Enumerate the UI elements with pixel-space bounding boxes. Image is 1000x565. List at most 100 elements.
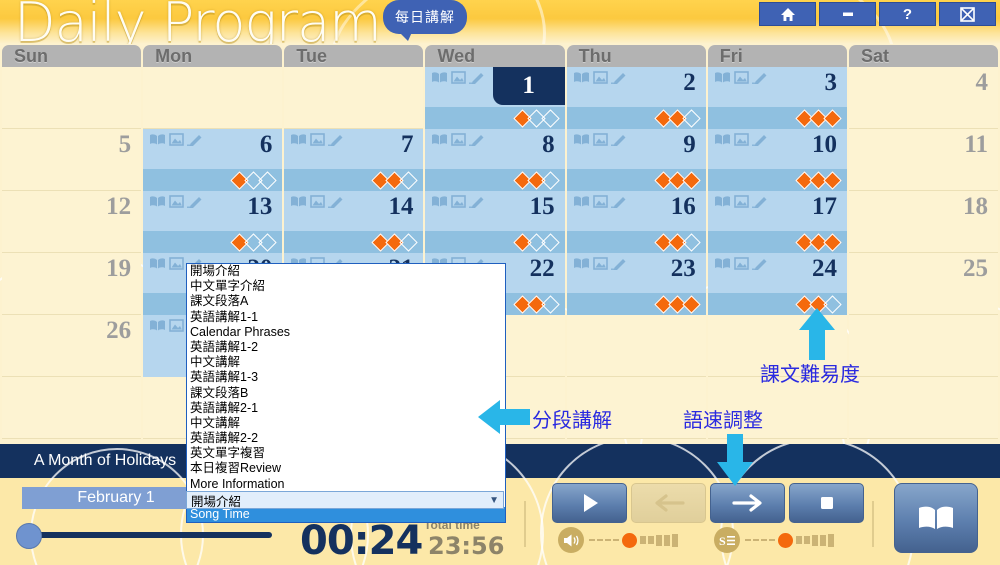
- day-number: 16: [670, 193, 696, 220]
- calendar-day-cell[interactable]: 15: [425, 191, 565, 253]
- home-icon: [780, 7, 795, 21]
- book-icon: [573, 72, 589, 83]
- calendar-day-cell[interactable]: 8: [425, 129, 565, 191]
- calendar-day-cell[interactable]: 2: [566, 67, 706, 129]
- stop-button[interactable]: [789, 483, 864, 523]
- calendar-day-cell[interactable]: 18: [848, 191, 999, 253]
- calendar-day-cell[interactable]: 19: [2, 253, 142, 315]
- calendar-day-cell[interactable]: 1: [425, 67, 565, 129]
- dropdown-option[interactable]: 中文講解: [187, 416, 505, 431]
- home-button[interactable]: [759, 2, 816, 26]
- calendar-day-cell[interactable]: 10: [707, 129, 847, 191]
- calendar-day-cell[interactable]: 23: [566, 253, 706, 315]
- dropdown-option[interactable]: 課文段落B: [187, 386, 505, 401]
- calendar-day-cell[interactable]: 16: [566, 191, 706, 253]
- dropdown-option[interactable]: 英語講解2-2: [187, 431, 505, 446]
- segment-dropdown-list[interactable]: 開場介紹 中文單字介紹 課文段落A 英語講解1-1 Calendar Phrases 英語…: [186, 263, 506, 524]
- calendar-day-cell[interactable]: 4: [848, 67, 999, 129]
- dropdown-option[interactable]: 中文講解: [187, 355, 505, 370]
- photo-icon: [733, 71, 749, 84]
- difficulty-diamond: [540, 108, 560, 128]
- calendar-day-cell[interactable]: 6: [143, 129, 283, 191]
- dropdown-option[interactable]: 課文段落A: [187, 294, 505, 309]
- pencil-icon: [469, 73, 484, 84]
- day-number: 19: [106, 255, 132, 282]
- calendar-day-cell[interactable]: 25: [848, 253, 999, 315]
- day-number: 2: [683, 69, 696, 96]
- cell-icons: [573, 257, 627, 270]
- cell-icons: [149, 133, 203, 146]
- calendar-day-cell[interactable]: 17: [707, 191, 847, 253]
- calendar-day-cell[interactable]: 13: [143, 191, 283, 253]
- calendar-day-cell: [2, 377, 142, 439]
- photo-icon: [310, 133, 326, 146]
- day-number: 9: [683, 131, 696, 158]
- total-time-value: 23:56: [428, 532, 505, 560]
- segment-dropdown-select[interactable]: 開場介紹 ▼: [186, 491, 504, 509]
- difficulty-bar: [143, 231, 283, 253]
- close-button[interactable]: [939, 2, 996, 26]
- volume-knob[interactable]: [622, 532, 637, 548]
- day-number: 25: [963, 255, 989, 282]
- next-button[interactable]: [710, 483, 785, 523]
- segment-dropdown-value: 開場介紹: [191, 494, 242, 509]
- photo-icon: [592, 257, 608, 270]
- difficulty-diamond: [823, 170, 842, 190]
- book-icon: [432, 134, 448, 145]
- calendar-day-cell[interactable]: 9: [566, 129, 706, 191]
- stop-icon: [820, 497, 833, 509]
- annotation-segments: 分段講解: [532, 410, 612, 432]
- day-number: 8: [542, 131, 555, 158]
- dropdown-option[interactable]: 開場介紹: [187, 264, 505, 279]
- calendar-day-cell[interactable]: 5: [2, 129, 142, 191]
- calendar-day-cell[interactable]: 14: [284, 191, 424, 253]
- dropdown-option[interactable]: 本日複習Review: [187, 461, 505, 476]
- difficulty-bar: [566, 231, 706, 253]
- dropdown-option[interactable]: 英語講解1-3: [187, 370, 505, 385]
- calendar-day-cell[interactable]: 11: [848, 129, 999, 191]
- cell-icons: [573, 195, 627, 208]
- calendar-day-cell[interactable]: 7: [284, 129, 424, 191]
- seek-knob[interactable]: [16, 523, 42, 549]
- dropdown-option[interactable]: 中文單字介紹: [187, 279, 505, 294]
- divider: [872, 501, 874, 547]
- calendar-day-cell[interactable]: 3: [707, 67, 847, 129]
- pencil-icon: [610, 259, 626, 270]
- speed-knob[interactable]: [778, 532, 793, 548]
- help-button[interactable]: ?: [879, 2, 936, 26]
- tick: [769, 539, 775, 541]
- book-button[interactable]: [894, 483, 978, 553]
- selected-day-badge: 1: [492, 67, 565, 105]
- day-number: 23: [670, 255, 696, 282]
- volume-track[interactable]: [589, 532, 678, 548]
- minimize-button[interactable]: [819, 2, 876, 26]
- pencil-icon: [751, 73, 767, 84]
- book-icon: [150, 196, 166, 207]
- day-number: 10: [811, 131, 837, 158]
- day-number: 3: [824, 69, 837, 96]
- forward-arrow-icon: [731, 494, 762, 512]
- dropdown-option[interactable]: 英語講解1-2: [187, 340, 505, 355]
- annotation-difficulty: 課文難易度: [760, 364, 860, 386]
- seek-track[interactable]: [22, 532, 272, 538]
- dropdown-option[interactable]: 英語講解1-1: [187, 310, 505, 325]
- calendar-day-cell[interactable]: 26: [2, 315, 142, 377]
- pencil-icon: [469, 197, 484, 208]
- window-buttons: ?: [759, 2, 996, 26]
- book-icon: [573, 196, 589, 207]
- dropdown-option[interactable]: 英文單字複習: [187, 446, 505, 461]
- difficulty-diamond: [258, 170, 278, 190]
- play-button[interactable]: [552, 483, 627, 523]
- cell-icons: [431, 71, 485, 84]
- speed-slider[interactable]: S: [714, 527, 834, 553]
- calendar-day-cell[interactable]: 12: [2, 191, 142, 253]
- speed-track[interactable]: [745, 532, 834, 548]
- volume-slider[interactable]: [558, 527, 678, 553]
- previous-button[interactable]: [631, 483, 706, 523]
- cell-icons: [714, 257, 768, 270]
- dropdown-option[interactable]: Calendar Phrases: [187, 325, 505, 340]
- day-number: 4: [975, 69, 989, 96]
- dropdown-option[interactable]: 英語講解2-1: [187, 401, 505, 416]
- tick: [613, 539, 619, 541]
- book-icon: [291, 134, 307, 145]
